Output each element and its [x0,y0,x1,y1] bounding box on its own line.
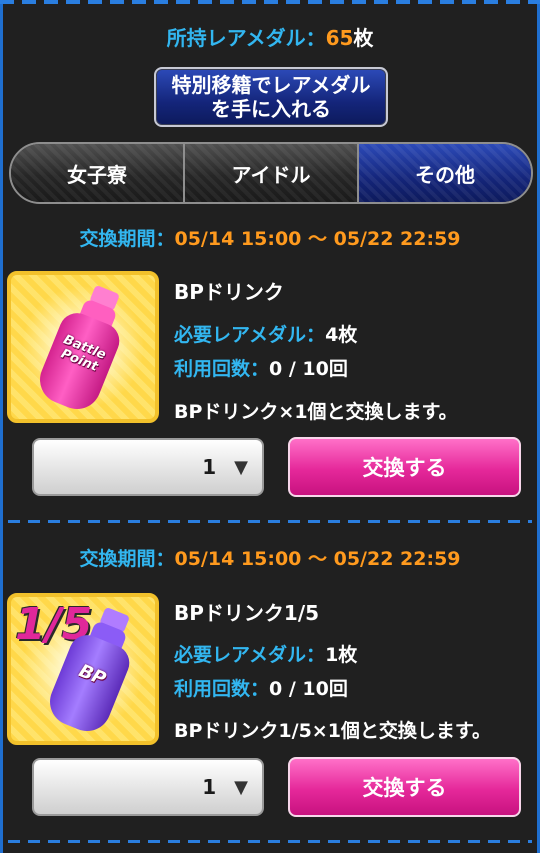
tab-dormitory[interactable]: 女子寮 [11,144,185,202]
medal-balance-unit: 枚 [353,26,374,50]
usage-count-label: 利用回数： [174,358,270,380]
category-tabs: 女子寮 アイドル その他 [9,142,533,204]
item-divider [8,520,532,523]
required-medals: 必要レアメダル：4枚 [174,320,357,347]
required-medals-value: 4枚 [325,324,358,346]
exchange-button[interactable]: 交換する [288,437,521,497]
tab-idol[interactable]: アイドル [185,144,359,202]
tab-idol-label: アイドル [231,162,311,187]
exchange-button[interactable]: 交換する [288,757,521,817]
exchange-period-label: 交換期間： [79,548,175,570]
exchange-period-label: 交換期間： [79,228,175,250]
required-medals-value: 1枚 [325,644,358,666]
exchange-period-value: 05/14 15:00 〜 05/22 22:59 [174,548,461,570]
exchange-button-label: 交換する [362,456,447,480]
usage-count-value: 0 / 10回 [269,678,348,700]
exchange-button-label: 交換する [362,776,447,800]
top-divider [0,0,540,4]
bp-drink-fifth-image: 1/5 BP [7,593,159,745]
usage-count-label: 利用回数： [174,678,270,700]
quantity-select[interactable]: 1 ▼ [32,438,264,496]
item-name: BPドリンク [174,280,284,304]
exchange-period-value: 05/14 15:00 〜 05/22 22:59 [174,228,461,250]
item-name: BPドリンク1/5 [174,601,320,625]
required-medals-label: 必要レアメダル： [174,644,326,666]
tab-dormitory-label: 女子寮 [67,162,127,187]
exchange-period: 交換期間：05/14 15:00 〜 05/22 22:59 [0,544,540,571]
required-medals: 必要レアメダル：1枚 [174,640,357,667]
pink-bottle-icon: Battle Point [28,277,141,419]
quantity-value: 1 [202,455,217,479]
usage-count: 利用回数：0 / 10回 [174,674,348,701]
exchange-period: 交換期間：05/14 15:00 〜 05/22 22:59 [0,224,540,251]
bp-drink-image: Battle Point [7,271,159,423]
chevron-down-icon: ▼ [234,776,248,798]
special-transfer-button[interactable]: 特別移籍でレアメダルを手に入れる [154,67,388,127]
item-description: BPドリンク1/5×1個と交換します。 [174,720,492,742]
usage-count: 利用回数：0 / 10回 [174,354,348,381]
quantity-value: 1 [202,775,217,799]
item-divider [8,840,532,843]
one-fifth-badge: 1/5 [15,599,93,650]
quantity-select[interactable]: 1 ▼ [32,758,264,816]
medal-balance-label: 所持レアメダル： [166,26,326,50]
chevron-down-icon: ▼ [234,456,248,478]
item-description: BPドリンク×1個と交換します。 [174,401,458,423]
rare-medal-balance: 所持レアメダル：65枚 [0,22,540,51]
tab-other[interactable]: その他 [359,144,531,202]
tab-other-label: その他 [415,162,475,187]
required-medals-label: 必要レアメダル： [174,324,326,346]
special-transfer-button-label: 特別移籍でレアメダルを手に入れる [171,73,371,121]
medal-balance-count: 65 [325,26,354,50]
usage-count-value: 0 / 10回 [269,358,348,380]
